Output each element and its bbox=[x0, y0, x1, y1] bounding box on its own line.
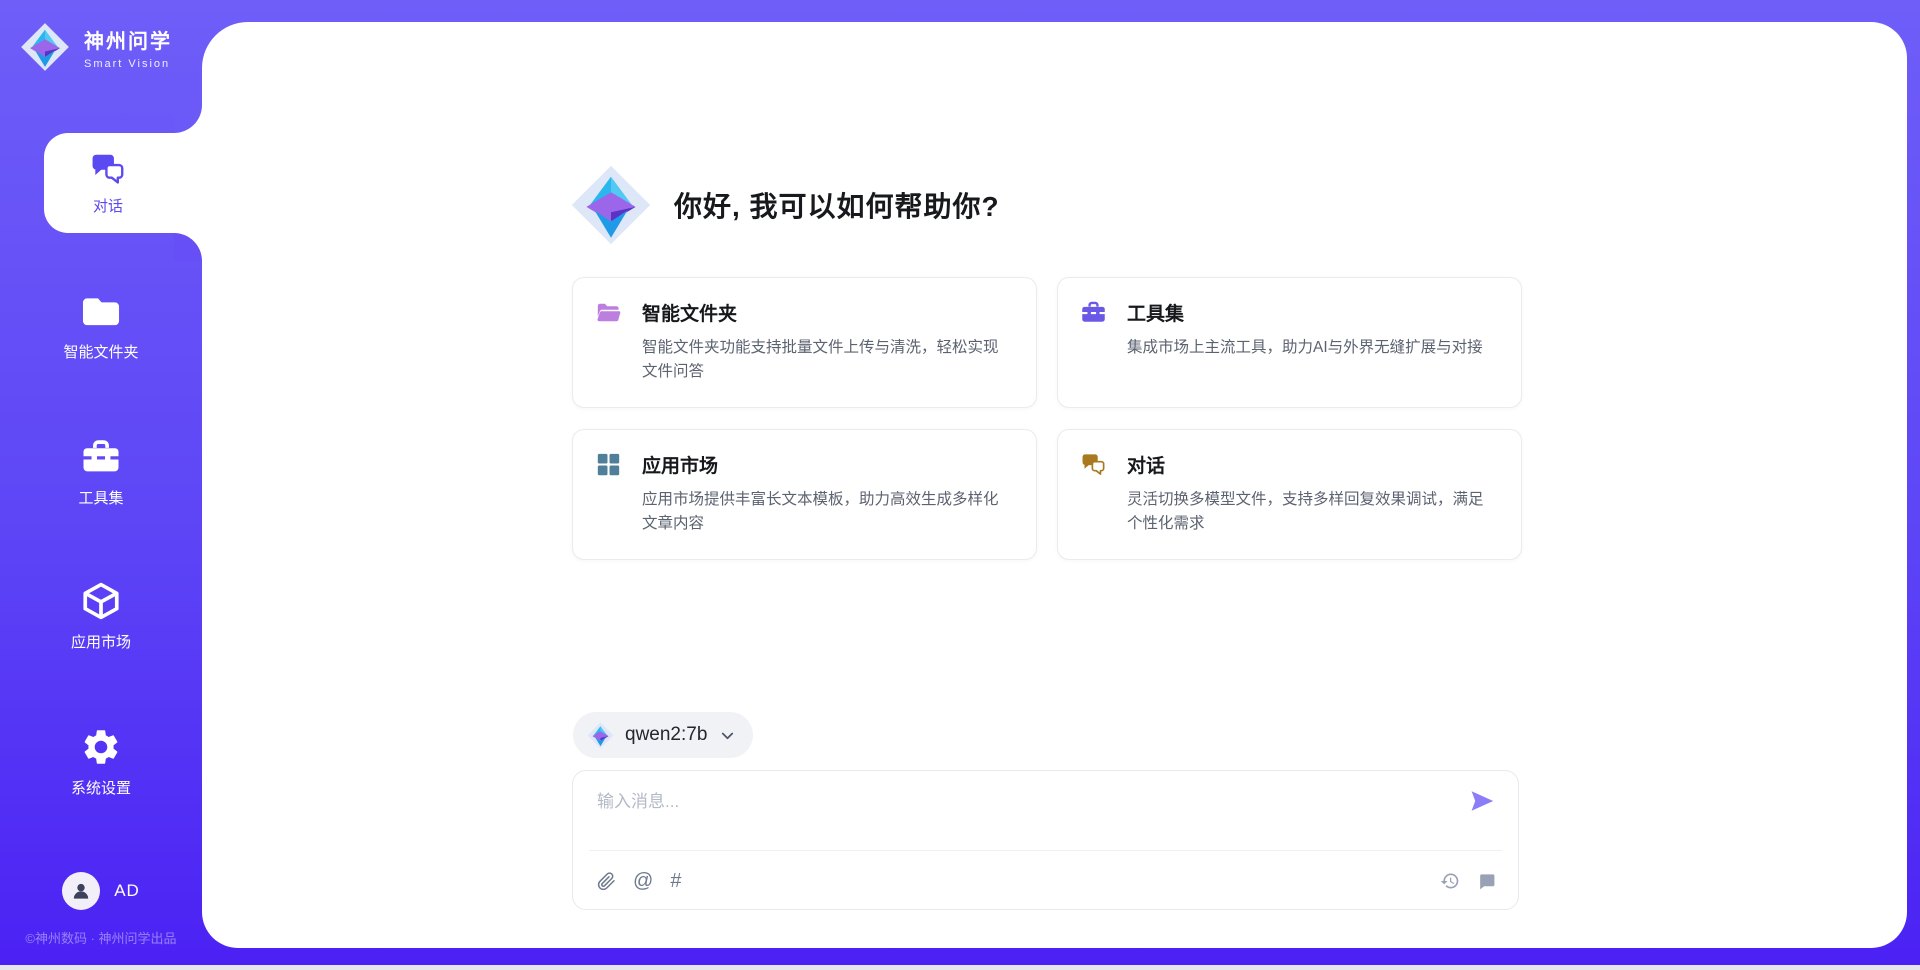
horizontal-scrollbar[interactable] bbox=[0, 965, 1920, 970]
chat-bubbles-icon bbox=[89, 150, 127, 188]
card-description: 应用市场提供丰富长文本模板，助力高效生成多样化文章内容 bbox=[642, 488, 1012, 537]
user-profile[interactable]: AD bbox=[0, 872, 202, 910]
topic-button[interactable]: # bbox=[670, 871, 681, 891]
avatar bbox=[62, 872, 100, 910]
sidebar-footer-credit: ©神州数码 · 神州问学出品 bbox=[0, 928, 202, 947]
assistant-diamond-icon bbox=[570, 164, 652, 246]
history-button[interactable] bbox=[1440, 871, 1460, 891]
new-chat-button[interactable] bbox=[1477, 872, 1496, 891]
card-title: 应用市场 bbox=[642, 451, 718, 478]
brand-diamond-icon bbox=[20, 22, 70, 72]
user-initials: AD bbox=[114, 881, 140, 901]
tab-curve-bottom bbox=[174, 233, 202, 261]
send-button[interactable] bbox=[1468, 787, 1496, 815]
folder-icon bbox=[80, 290, 122, 332]
message-icon bbox=[1477, 872, 1496, 891]
brand-subtitle: Smart Vision bbox=[84, 58, 172, 70]
sidebar-item-app-market[interactable]: 应用市场 bbox=[0, 580, 202, 652]
tab-curve-top bbox=[174, 105, 202, 133]
card-smart-folder[interactable]: 智能文件夹 智能文件夹功能支持批量文件上传与清洗，轻松实现文件问答 bbox=[572, 277, 1037, 408]
sidebar-item-label: 应用市场 bbox=[71, 631, 131, 652]
sidebar-item-chat[interactable]: 对话 bbox=[44, 133, 202, 233]
sidebar-item-label: 对话 bbox=[93, 195, 123, 216]
card-description: 灵活切换多模型文件，支持多样回复效果调试，满足个性化需求 bbox=[1127, 488, 1497, 537]
person-icon bbox=[69, 879, 93, 903]
card-description: 集成市场上主流工具，助力AI与外界无缝扩展与对接 bbox=[1127, 336, 1497, 360]
sidebar-item-label: 工具集 bbox=[78, 487, 123, 508]
at-icon: @ bbox=[633, 871, 653, 891]
model-name: qwen2:7b bbox=[625, 724, 707, 746]
main-panel: 你好, 我可以如何帮助你? 智能文件夹 智能文件夹功能支持批量文件上传与清洗，轻… bbox=[202, 22, 1907, 948]
greeting-title: 你好, 我可以如何帮助你? bbox=[674, 185, 1000, 225]
brand-name: 神州问学 bbox=[84, 25, 172, 54]
card-toolset[interactable]: 工具集 集成市场上主流工具，助力AI与外界无缝扩展与对接 bbox=[1057, 277, 1522, 408]
gear-icon bbox=[80, 726, 122, 768]
sidebar-item-label: 系统设置 bbox=[71, 777, 131, 798]
app-background: 神州问学 Smart Vision 对话 智能文件夹 工具集 bbox=[0, 0, 1920, 970]
feature-cards: 智能文件夹 智能文件夹功能支持批量文件上传与清洗，轻松实现文件问答 工具集 集成… bbox=[572, 277, 1522, 560]
card-title: 工具集 bbox=[1127, 299, 1184, 326]
composer-divider bbox=[589, 850, 1502, 851]
card-title: 智能文件夹 bbox=[642, 299, 737, 326]
message-input[interactable] bbox=[597, 787, 1427, 845]
message-composer: @ # bbox=[572, 770, 1519, 910]
greeting: 你好, 我可以如何帮助你? bbox=[570, 164, 1000, 246]
app-grid-icon bbox=[595, 451, 622, 478]
attach-file-button[interactable] bbox=[597, 871, 616, 892]
history-icon bbox=[1440, 871, 1460, 891]
paperclip-icon bbox=[597, 871, 616, 892]
send-icon bbox=[1468, 787, 1496, 815]
brand-logo: 神州问学 Smart Vision bbox=[20, 22, 172, 72]
cube-icon bbox=[80, 580, 122, 622]
model-selector[interactable]: qwen2:7b bbox=[573, 712, 753, 758]
model-diamond-icon bbox=[587, 722, 614, 749]
sidebar-item-settings[interactable]: 系统设置 bbox=[0, 726, 202, 798]
hash-icon: # bbox=[670, 871, 681, 891]
chevron-down-icon bbox=[718, 726, 737, 745]
card-app-market[interactable]: 应用市场 应用市场提供丰富长文本模板，助力高效生成多样化文章内容 bbox=[572, 429, 1037, 560]
toolbox-icon bbox=[1080, 299, 1107, 326]
toolbox-icon bbox=[80, 436, 122, 478]
sidebar-item-toolset[interactable]: 工具集 bbox=[0, 436, 202, 508]
sidebar-item-label: 智能文件夹 bbox=[63, 341, 138, 362]
card-chat[interactable]: 对话 灵活切换多模型文件，支持多样回复效果调试，满足个性化需求 bbox=[1057, 429, 1522, 560]
composer-toolbar: @ # bbox=[597, 865, 1496, 897]
card-title: 对话 bbox=[1127, 451, 1165, 478]
folder-open-icon bbox=[595, 299, 622, 326]
chat-bubbles-icon bbox=[1080, 451, 1107, 478]
mention-button[interactable]: @ bbox=[633, 871, 653, 891]
card-description: 智能文件夹功能支持批量文件上传与清洗，轻松实现文件问答 bbox=[642, 336, 1012, 385]
sidebar-item-smart-folder[interactable]: 智能文件夹 bbox=[0, 290, 202, 362]
